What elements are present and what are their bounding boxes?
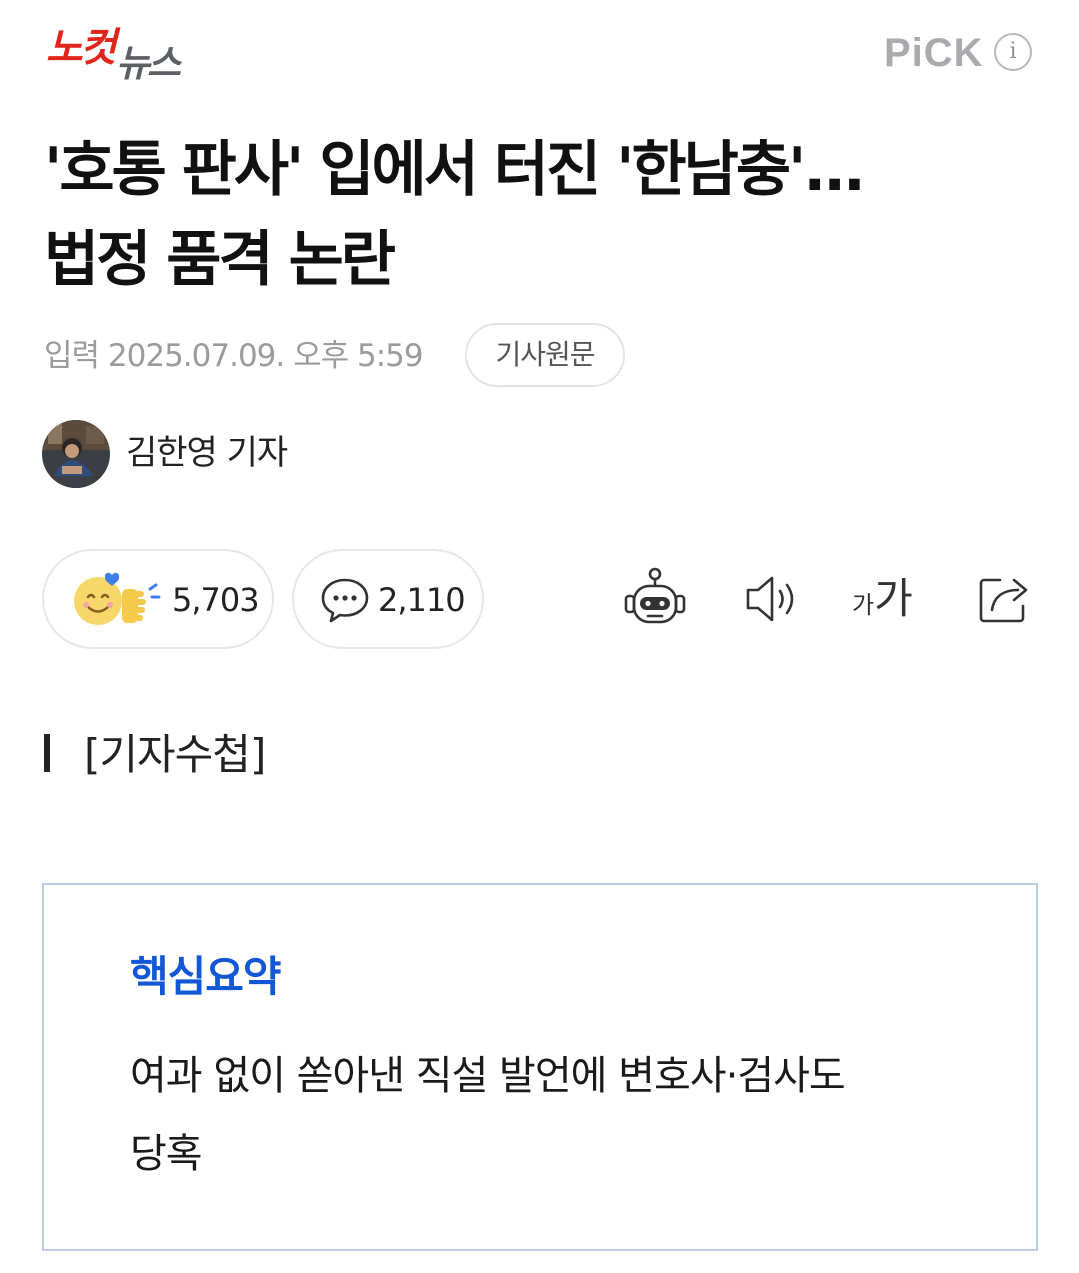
logo-part-news: 뉴스 <box>116 42 181 85</box>
key-summary-box: 핵심요약 여과 없이 쏟아낸 직설 발언에 변호사·검사도 당혹 <box>42 883 1038 1251</box>
section-title: [기자수첩] <box>84 730 266 779</box>
comment-count: 2,110 <box>378 581 466 619</box>
pick-label: PiCK <box>884 31 984 75</box>
font-small-glyph: 가 <box>852 591 875 619</box>
reporter-name[interactable]: 김한영 기자 <box>126 430 288 476</box>
comment-bubble-icon <box>321 578 369 623</box>
summary-bot-icon[interactable] <box>622 566 688 632</box>
press-logo[interactable]: 노컷 뉴스 <box>44 22 204 90</box>
summary-title: 핵심요약 <box>130 952 282 1001</box>
publish-date: 입력 2025.07.09. 오후 5:59 <box>44 338 424 374</box>
info-icon[interactable]: i <box>994 33 1032 71</box>
summary-text: 여과 없이 쏟아낸 직설 발언에 변호사·검사도 당혹 <box>130 1053 846 1177</box>
audio-speaker-icon[interactable] <box>740 566 806 632</box>
font-size-icon[interactable]: 가가 <box>852 572 913 635</box>
font-large-glyph: 가 <box>874 574 913 623</box>
reaction-count: 5,703 <box>172 581 260 619</box>
share-icon[interactable] <box>972 566 1038 632</box>
emoji-reaction-icon <box>74 572 161 625</box>
original-article-button[interactable]: 기사원문 <box>465 323 625 387</box>
logo-part-nocut: 노컷 <box>46 25 117 71</box>
reporter-avatar[interactable] <box>42 420 110 488</box>
comment-button[interactable]: 2,110 <box>292 549 484 649</box>
section-marker <box>44 734 50 772</box>
reaction-button[interactable]: 5,703 <box>42 549 274 649</box>
article-headline: '호통 판사' 입에서 터진 '한남충'... 법정 품격 논란 <box>44 135 866 295</box>
